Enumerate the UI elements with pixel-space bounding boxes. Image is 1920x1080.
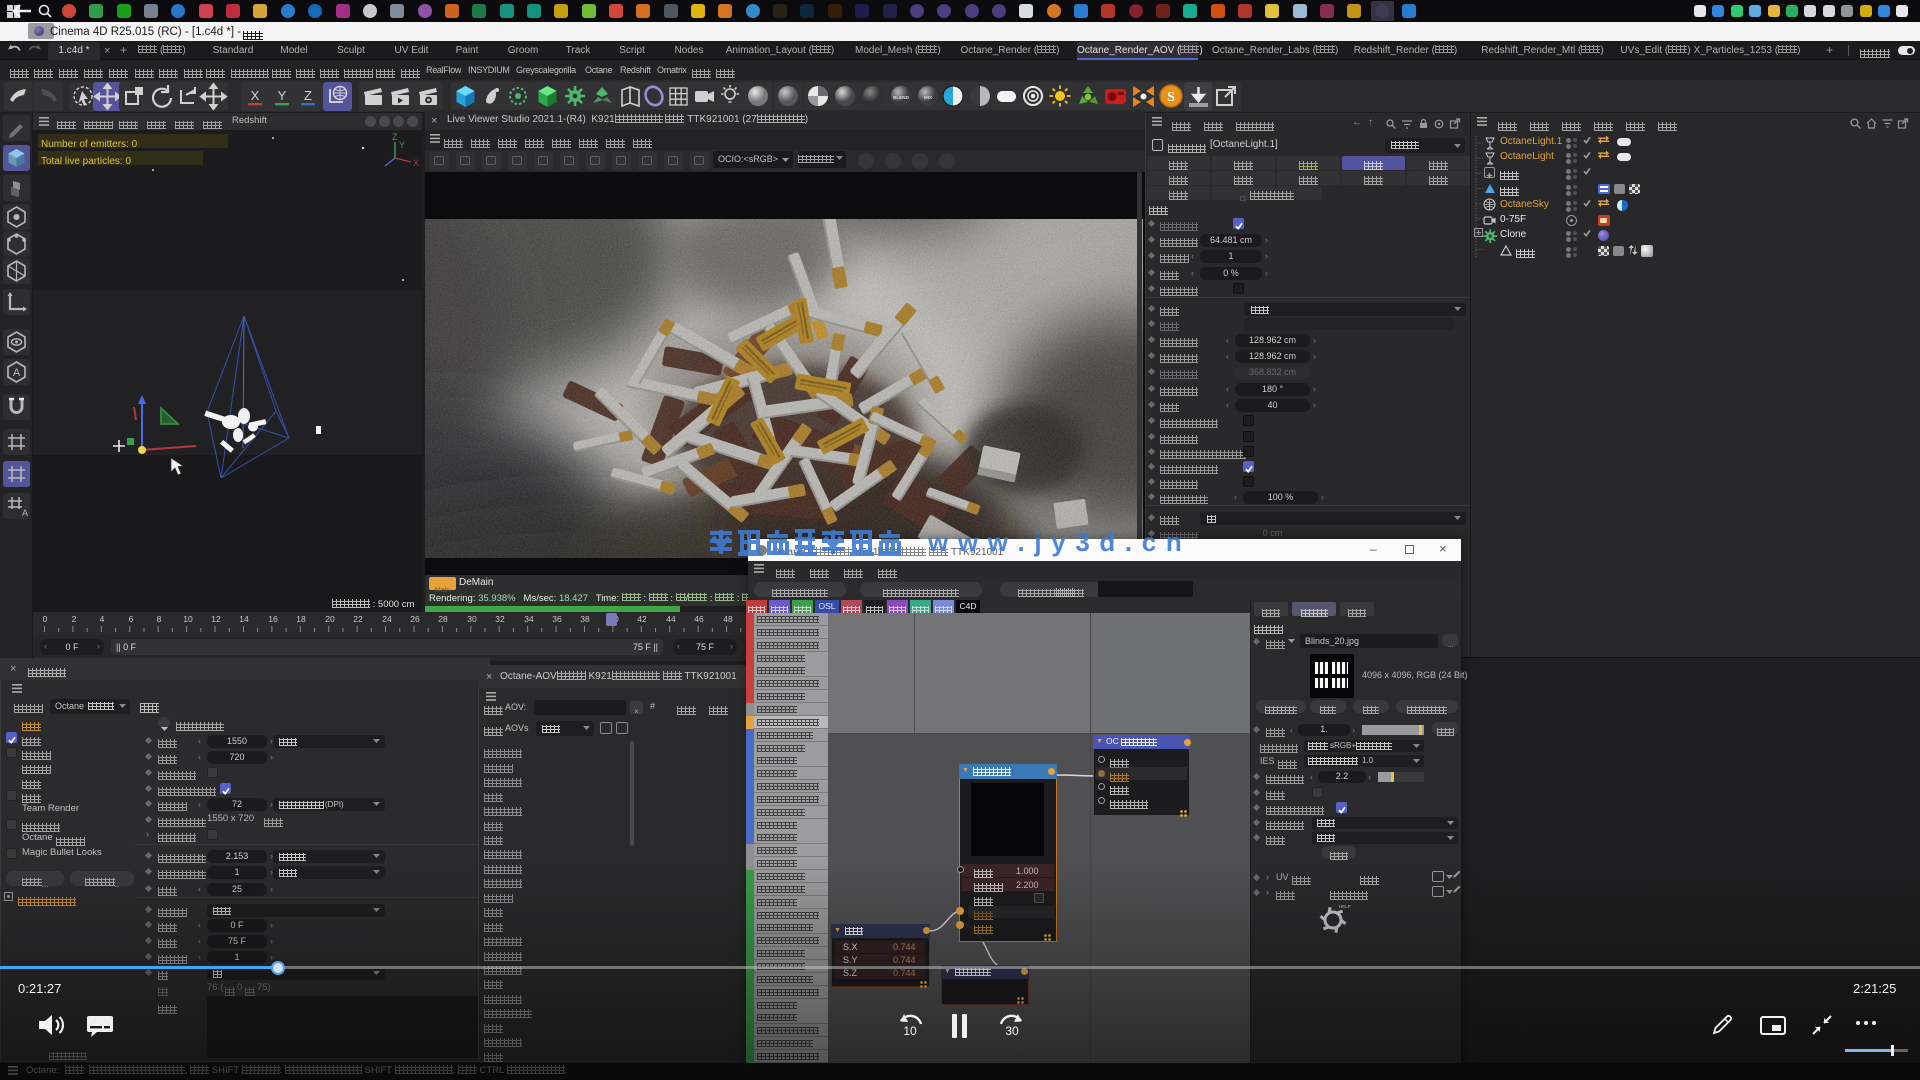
svg-text:MIX: MIX <box>924 95 933 100</box>
svg-text:Y: Y <box>278 88 287 103</box>
svg-text:S: S <box>1167 90 1175 105</box>
svg-text:X: X <box>251 88 260 103</box>
svg-text:A: A <box>13 367 21 379</box>
svg-text:BLEND: BLEND <box>893 95 910 100</box>
svg-text:30: 30 <box>1005 1024 1019 1038</box>
svg-text:X: X <box>413 158 419 168</box>
svg-text:Y: Y <box>399 140 405 150</box>
svg-text:A: A <box>22 508 28 518</box>
svg-text:10: 10 <box>903 1024 917 1038</box>
svg-text:Z: Z <box>304 88 312 103</box>
svg-text:Z: Z <box>392 132 398 142</box>
